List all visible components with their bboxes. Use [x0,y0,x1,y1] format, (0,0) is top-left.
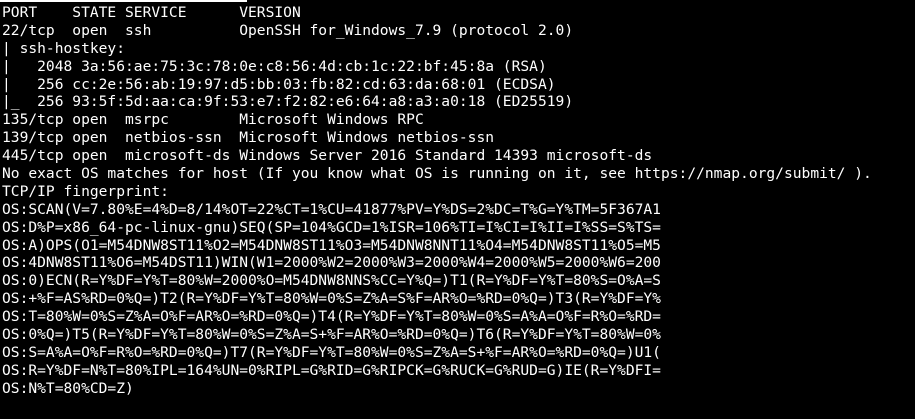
terminal-line-hostkey-rsa: | 2048 3a:56:ae:75:3c:78:0e:c8:56:4d:cb:… [2,57,547,75]
terminal-line-fingerprint: OS:0%Q=)T5(R=Y%DF=Y%T=80%W=0%S=Z%A=S+%F=… [2,326,661,344]
terminal-line-fingerprint: OS:D%P=x86_64-pc-linux-gnu)SEQ(SP=104%GC… [2,218,661,236]
terminal-line-microsoft-ds-port: 445/tcp open microsoft-ds Windows Server… [2,147,653,165]
terminal-line-fingerprint: OS:S=A%A=O%F=R%O=%RD=0%Q=)T7(R=Y%DF=Y%T=… [2,343,661,361]
terminal-line-ssh-hostkey: | ssh-hostkey: [2,39,126,57]
terminal-window[interactable]: PORT STATE SERVICE VERSION 22/tcp open s… [0,0,915,419]
terminal-line-fingerprint: OS:T=80%W=0%S=Z%A=O%F=AR%O=%RD=0%Q=)T4(R… [2,308,661,326]
terminal-line-hostkey-ecdsa: | 256 cc:2e:56:ab:19:97:d5:bb:03:fb:82:c… [2,75,556,93]
terminal-line-ssh-port: 22/tcp open ssh OpenSSH for_Windows_7.9 … [2,21,574,39]
terminal-line-fingerprint: OS:R=Y%DF=N%T=80%IPL=164%UN=0%RIPL=G%RID… [2,361,661,379]
terminal-line-os-match-note: No exact OS matches for host (If you kno… [2,165,872,183]
terminal-line-fingerprint: OS:SCAN(V=7.80%E=4%D=8/14%OT=22%CT=1%CU=… [2,200,661,218]
terminal-line-port-header: PORT STATE SERVICE VERSION [2,4,301,21]
terminal-output: PORT STATE SERVICE VERSION 22/tcp open s… [2,4,872,398]
top-edge-line [0,0,247,2]
terminal-line-fingerprint-header: TCP/IP fingerprint: [2,182,169,200]
terminal-line-fingerprint: OS:0)ECN(R=Y%DF=Y%T=80%W=2000%O=M54DNW8N… [2,272,661,290]
terminal-line-fingerprint: OS:+%F=AS%RD=0%Q=)T2(R=Y%DF=Y%T=80%W=0%S… [2,290,661,308]
terminal-line-hostkey-ed25519: |_ 256 93:5f:5d:aa:ca:9f:53:e7:f2:82:e6:… [2,93,574,111]
terminal-line-fingerprint: OS:A)OPS(O1=M54DNW8ST11%O2=M54DNW8ST11%O… [2,236,661,254]
terminal-line-fingerprint: OS:4DNW8ST11%O6=M54DST11)WIN(W1=2000%W2=… [2,254,661,272]
terminal-line-msrpc-port: 135/tcp open msrpc Microsoft Windows RPC [2,111,424,129]
terminal-line-fingerprint: OS:N%T=80%CD=Z) [2,379,134,397]
terminal-line-netbios-port: 139/tcp open netbios-ssn Microsoft Windo… [2,129,495,147]
